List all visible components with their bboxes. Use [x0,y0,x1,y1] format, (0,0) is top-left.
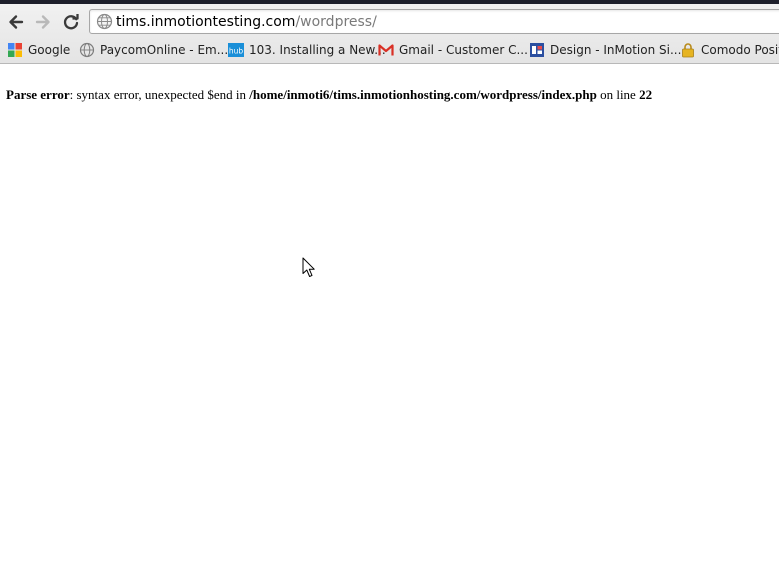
gmail-icon [378,44,394,56]
bookmark-label: Comodo Positi [701,43,779,57]
bookmark-design-inmotion[interactable]: Design - InMotion Si... [529,41,681,59]
back-arrow-icon [9,15,24,29]
bookmark-label: Gmail - Customer C... [399,43,528,57]
error-message: : syntax error, unexpected $end in [69,87,250,102]
browser-toolbar: tims.inmotiontesting.com/wordpress/ [0,6,779,36]
error-file-path: /home/inmoti6/tims.inmotionhosting.com/w… [249,87,597,102]
bookmark-google[interactable]: Google [7,41,70,59]
google-icon [8,43,22,57]
address-text: tims.inmotiontesting.com/wordpress/ [116,13,377,31]
bookmarks-bar: Google PaycomOnline - Em... hub 103. Ins… [0,39,779,61]
error-label: Parse error [6,87,70,102]
bookmark-gmail[interactable]: Gmail - Customer C... [378,41,528,59]
url-host: tims.inmotiontesting.com [116,14,296,30]
hub-icon-text: hub [229,47,244,56]
bookmark-label: 103. Installing a New... [249,43,386,57]
address-bar[interactable]: tims.inmotiontesting.com/wordpress/ [89,9,779,34]
reload-button[interactable] [59,10,83,34]
hub-icon: hub [228,43,244,57]
back-button[interactable] [4,10,28,34]
bookmark-label: PaycomOnline - Em... [100,43,229,57]
forward-button[interactable] [31,10,55,34]
bookmark-hub-installing[interactable]: hub 103. Installing a New... [228,41,386,59]
lock-icon [682,43,694,58]
forward-arrow-icon [35,15,50,29]
browser-chrome: tims.inmotiontesting.com/wordpress/ Goog… [0,4,779,64]
url-path: /wordpress/ [295,14,377,30]
error-line-number: 22 [639,87,653,102]
mouse-pointer-icon [302,257,315,277]
bookmark-label: Google [28,43,71,57]
bookmark-paycom[interactable]: PaycomOnline - Em... [79,41,228,59]
error-line-text: on line [596,87,640,102]
globe-icon [96,13,113,30]
document-icon [530,43,544,57]
globe-icon [79,42,95,58]
reload-icon [63,14,79,30]
bookmark-label: Design - InMotion Si... [550,43,682,57]
bookmark-comodo[interactable]: Comodo Positi [680,41,779,59]
php-error-message: Parse error: syntax error, unexpected $e… [6,86,652,103]
